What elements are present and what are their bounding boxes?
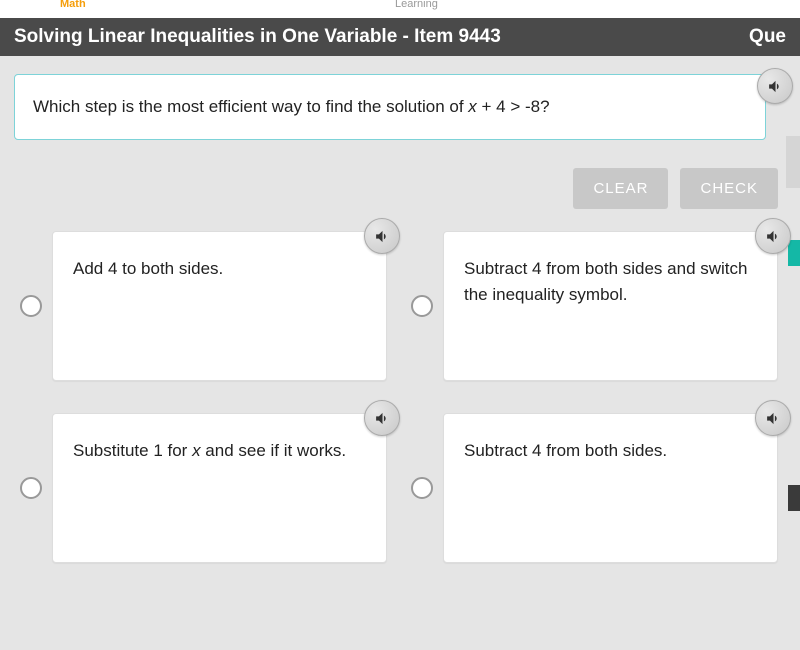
option-c-prefix: Substitute 1 for: [73, 441, 192, 460]
question-box: Which step is the most efficient way to …: [14, 74, 766, 140]
option-d-text: Subtract 4 from both sides.: [464, 441, 667, 460]
side-dark-stub[interactable]: [788, 485, 800, 511]
radio-option-c[interactable]: [20, 477, 42, 499]
speaker-icon[interactable]: [364, 400, 400, 436]
speaker-icon[interactable]: [757, 68, 793, 104]
speaker-icon[interactable]: [755, 218, 791, 254]
page-title: Solving Linear Inequalities in One Varia…: [14, 26, 501, 48]
header-right: Que: [749, 26, 786, 48]
side-teal-stub[interactable]: [788, 240, 800, 266]
clear-button[interactable]: CLEAR: [573, 168, 668, 209]
speaker-icon[interactable]: [364, 218, 400, 254]
option-card-a[interactable]: Add 4 to both sides.: [52, 231, 387, 381]
radio-option-d[interactable]: [411, 477, 433, 499]
option-c-suffix: and see if it works.: [201, 441, 347, 460]
radio-option-b[interactable]: [411, 295, 433, 317]
radio-option-a[interactable]: [20, 295, 42, 317]
check-button[interactable]: CHECK: [680, 168, 778, 209]
logo-math: Math: [60, 0, 86, 10]
option-card-c[interactable]: Substitute 1 for x and see if it works.: [52, 413, 387, 563]
question-prefix: Which step is the most efficient way to …: [33, 97, 468, 116]
side-panel-stub: [786, 136, 800, 188]
option-a-text: Add 4 to both sides.: [73, 259, 223, 278]
option-b-text: Subtract 4 from both sides and switch th…: [464, 259, 747, 304]
question-suffix: + 4 > -8?: [477, 97, 550, 116]
option-c-variable: x: [192, 441, 201, 460]
header-bar: Solving Linear Inequalities in One Varia…: [0, 18, 800, 56]
option-card-b[interactable]: Subtract 4 from both sides and switch th…: [443, 231, 778, 381]
learning-label: Learning: [395, 0, 438, 10]
speaker-icon[interactable]: [755, 400, 791, 436]
option-card-d[interactable]: Subtract 4 from both sides.: [443, 413, 778, 563]
question-variable: x: [468, 97, 477, 116]
